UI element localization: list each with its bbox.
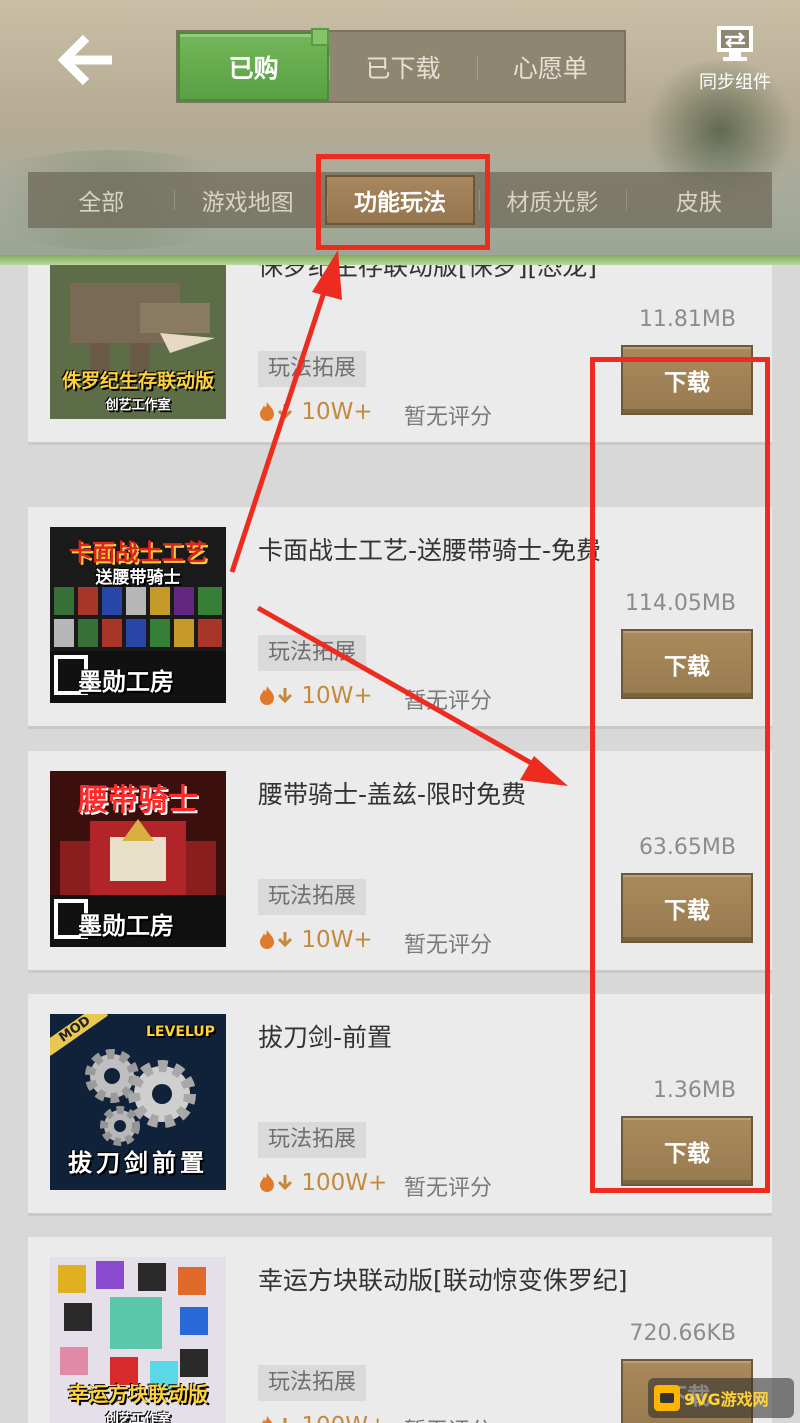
site-watermark: 9VG游戏网 <box>648 1378 794 1418</box>
arrow-down-icon <box>277 688 293 704</box>
item-thumbnail: MOD LEVELUP 拔刀剑前置 <box>50 1014 226 1190</box>
item-tag: 玩法拓展 <box>258 1122 367 1158</box>
item-thumbnail: 幸运方块联动版 创艺工作室 <box>50 1257 226 1423</box>
thumb-brand: 墨勋工房 <box>78 912 174 940</box>
item-title: 侏罗纪生存联动版[侏罗][恐龙] <box>258 265 598 281</box>
item-title: 腰带骑士-盖兹-限时免费 <box>258 780 527 809</box>
download-count-value: 10W+ <box>301 683 373 709</box>
item-title: 卡面战士工艺-送腰带骑士-免费 <box>258 536 602 565</box>
item-tag: 玩法拓展 <box>258 879 367 915</box>
download-count: 100W+ <box>258 1170 387 1196</box>
arrow-down-icon <box>277 932 293 948</box>
thumb-subcaption: 创艺工作室 <box>105 398 171 413</box>
item-title: 拔刀剑-前置 <box>258 1023 393 1052</box>
highlight-box-tab <box>316 154 490 250</box>
thumb-caption: 幸运方块联动版 <box>68 1382 208 1406</box>
arrow-left-icon <box>57 34 112 86</box>
download-count-value: 10W+ <box>301 927 373 953</box>
thumb-caption: 侏罗纪生存联动版 <box>61 370 214 392</box>
rating-text: 暂无评分 <box>404 933 493 958</box>
item-tag: 玩法拓展 <box>258 635 367 671</box>
download-count-value: 100W+ <box>301 1170 388 1196</box>
thumb-brand: 墨勋工房 <box>78 668 174 696</box>
item-title: 幸运方块联动版[联动惊变侏罗纪] <box>258 1266 628 1295</box>
download-count: 100W+ <box>258 1413 387 1423</box>
fire-icon <box>260 402 274 421</box>
sync-monitor-icon <box>717 26 753 61</box>
item-thumbnail: 腰带骑士 墨勋工房 <box>50 771 226 947</box>
fire-icon <box>260 1173 274 1192</box>
highlight-box-buttons <box>590 357 770 1193</box>
item-size: 11.81MB <box>638 307 736 332</box>
arrow-down-icon <box>277 404 293 420</box>
item-thumbnail: 卡面战士工艺 送腰带骑士 墨勋工房 <box>50 527 226 703</box>
item-size: 720.66KB <box>629 1321 737 1346</box>
tab-textures-shaders[interactable]: 材质光影 <box>479 172 625 228</box>
tab-wishlist[interactable]: 心愿单 <box>476 32 624 101</box>
arrow-down-icon <box>277 1175 293 1191</box>
item-tag: 玩法拓展 <box>258 351 367 387</box>
level-up-label: LEVELUP <box>146 1024 215 1040</box>
back-button[interactable] <box>57 34 118 86</box>
rating-text: 暂无评分 <box>404 1413 492 1423</box>
rating-text: 暂无评分 <box>404 405 493 430</box>
tab-purchased[interactable]: 已购 <box>178 28 330 101</box>
download-count: 10W+ <box>258 683 373 709</box>
item-thumbnail: 侏罗纪生存联动版 创艺工作室 <box>50 265 226 419</box>
tab-skins[interactable]: 皮肤 <box>625 172 772 228</box>
download-count: 10W+ <box>258 927 373 953</box>
tab-all[interactable]: 全部 <box>28 172 174 228</box>
top-tab-bar: 已购 已下载 心愿单 <box>176 28 626 103</box>
gamepad-icon <box>654 1385 680 1411</box>
fire-icon <box>261 1416 273 1423</box>
thumb-caption: 卡面战士工艺 <box>69 540 207 566</box>
thumb-caption: 拔刀剑前置 <box>68 1149 208 1177</box>
header-divider <box>0 255 800 265</box>
tab-game-maps[interactable]: 游戏地图 <box>174 172 320 228</box>
fire-icon <box>260 930 274 949</box>
arrow-down-icon <box>283 1418 287 1423</box>
thumb-caption: 腰带骑士 <box>78 783 198 818</box>
sync-components-button[interactable]: 同步组件 <box>690 24 780 100</box>
fire-icon <box>260 686 274 705</box>
rating-text: 暂无评分 <box>404 1176 493 1201</box>
sync-label: 同步组件 <box>699 72 771 93</box>
thumb-subcaption: 创艺工作室 <box>105 1412 171 1423</box>
download-count-value: 100W+ <box>301 1413 387 1423</box>
rating-text: 暂无评分 <box>404 689 493 714</box>
download-count: 10W+ <box>258 399 373 425</box>
item-tag: 玩法拓展 <box>258 1365 367 1401</box>
tab-downloaded[interactable]: 已下载 <box>329 32 476 101</box>
download-count-value: 10W+ <box>301 399 373 425</box>
watermark-text: 9VG游戏网 <box>684 1390 769 1409</box>
thumb-subcaption: 送腰带骑士 <box>95 568 181 588</box>
